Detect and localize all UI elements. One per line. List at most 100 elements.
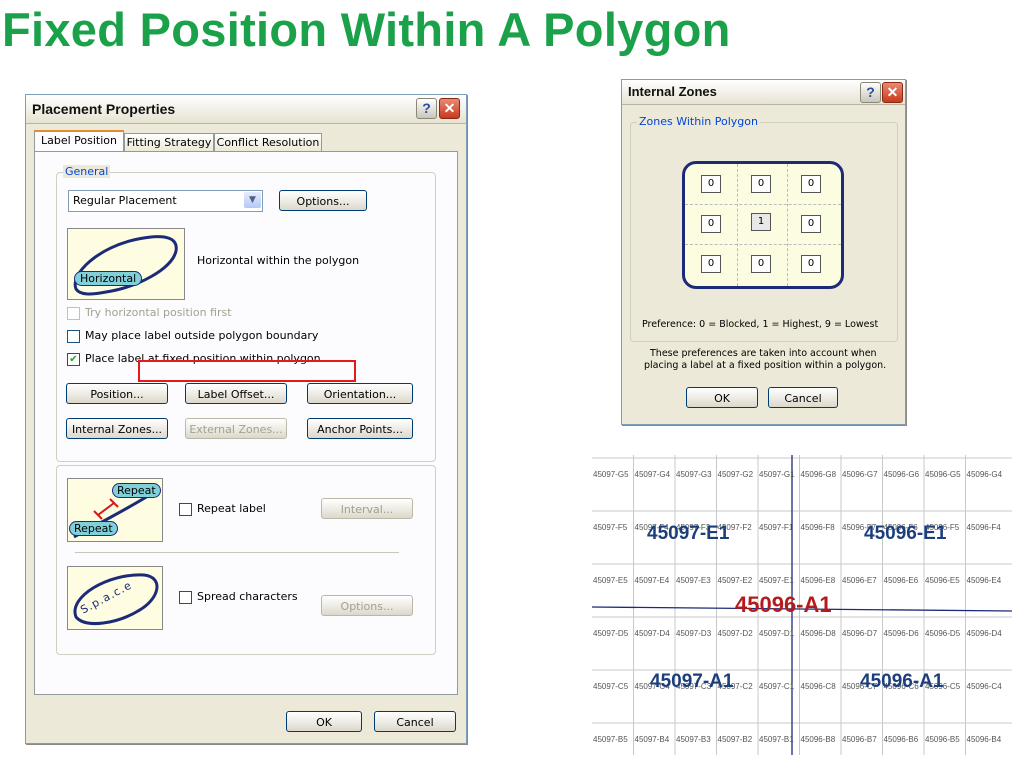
zones-polygon: 0 0 0 0 1 0 0 0 0 bbox=[682, 161, 844, 289]
grid-cell-label: 45096-B6 bbox=[883, 735, 919, 744]
grid-cell-label: 45096-G4 bbox=[966, 470, 1003, 479]
zones-grid-line bbox=[737, 164, 738, 286]
grid-cell-label: 45097-E1 bbox=[759, 576, 794, 585]
placement-select-value: Regular Placement bbox=[73, 194, 177, 207]
grid-cell-label: 45097-C5 bbox=[593, 682, 629, 691]
orientation-button[interactable]: Orientation... bbox=[307, 383, 413, 404]
quad-label: 45097-A1 bbox=[650, 671, 734, 692]
grid-cell-label: 45096-B5 bbox=[925, 735, 960, 744]
zones-cancel-button[interactable]: Cancel bbox=[768, 387, 838, 408]
zones-title: Internal Zones bbox=[628, 84, 717, 99]
grid-cell-label: 45096-E6 bbox=[883, 576, 919, 585]
grid-cell-label: 45096-E4 bbox=[966, 576, 1002, 585]
grid-cell-label: 45097-B3 bbox=[676, 735, 711, 744]
tab-conflict-resolution[interactable]: Conflict Resolution bbox=[214, 133, 322, 151]
grid-cell-label: 45097-D3 bbox=[676, 629, 712, 638]
cancel-button[interactable]: Cancel bbox=[374, 711, 456, 732]
grid-cell-label: 45097-E5 bbox=[593, 576, 628, 585]
zones-titlebar[interactable]: Internal Zones ? ✕ bbox=[622, 80, 905, 105]
grid-cell-label: 45097-G5 bbox=[593, 470, 629, 479]
ok-button[interactable]: OK bbox=[286, 711, 362, 732]
grid-cell-label: 45097-B4 bbox=[634, 735, 670, 744]
slide-title: Fixed Position Within A Polygon bbox=[2, 3, 731, 56]
grid-cell-label: 45096-F8 bbox=[800, 523, 835, 532]
horizontal-description: Horizontal within the polygon bbox=[197, 254, 360, 267]
zone-cell[interactable]: 0 bbox=[751, 175, 771, 193]
grid-cell-label: 45096-B8 bbox=[800, 735, 836, 744]
zone-cell[interactable]: 0 bbox=[801, 175, 821, 193]
grid-cell-label: 45097-B5 bbox=[593, 735, 628, 744]
grid-cell-label: 45096-D5 bbox=[925, 629, 961, 638]
spread-options-button[interactable]: Options... bbox=[321, 595, 413, 616]
zone-cell[interactable]: 0 bbox=[801, 255, 821, 273]
placement-properties-dialog: Placement Properties ? ✕ Label Position … bbox=[25, 94, 467, 744]
grid-cell-label: 45097-D1 bbox=[759, 629, 795, 638]
grid-cell-label: 45096-B7 bbox=[842, 735, 877, 744]
general-group-label: General bbox=[63, 165, 111, 178]
zone-cell[interactable]: 0 bbox=[801, 215, 821, 233]
grid-cell-label: 45096-B4 bbox=[966, 735, 1002, 744]
tab-fitting-strategy[interactable]: Fitting Strategy bbox=[124, 133, 214, 151]
zones-note-line2: placing a label at a fixed position with… bbox=[644, 360, 887, 371]
external-zones-button[interactable]: External Zones... bbox=[185, 418, 287, 439]
zone-cell[interactable]: 0 bbox=[751, 255, 771, 273]
options-button[interactable]: Options... bbox=[279, 190, 367, 211]
may-place-outside-label: May place label outside polygon boundary bbox=[85, 329, 319, 342]
spread-sample-image: S.p.a.c.e bbox=[67, 566, 163, 630]
zones-ok-button[interactable]: OK bbox=[686, 387, 758, 408]
anchor-points-button[interactable]: Anchor Points... bbox=[307, 418, 413, 439]
spread-characters-checkbox[interactable] bbox=[179, 591, 192, 604]
grid-cell-label: 45096-G7 bbox=[842, 470, 878, 479]
grid-cell-label: 45097-C1 bbox=[759, 682, 795, 691]
zone-cell-selected[interactable]: 1 bbox=[751, 213, 771, 231]
try-horizontal-label: Try horizontal position first bbox=[85, 306, 232, 319]
zones-group-label: Zones Within Polygon bbox=[637, 115, 760, 128]
chevron-down-icon[interactable]: ▼ bbox=[244, 192, 261, 208]
quad-label: 45096-A1 bbox=[735, 592, 832, 617]
grid-cell-label: 45096-C4 bbox=[966, 682, 1002, 691]
quad-label: 45096-E1 bbox=[864, 523, 947, 544]
zones-grid-line bbox=[787, 164, 788, 286]
help-icon[interactable]: ? bbox=[860, 82, 881, 103]
label-offset-button[interactable]: Label Offset... bbox=[185, 383, 287, 404]
horizontal-badge: Horizontal bbox=[74, 271, 143, 286]
zone-cell[interactable]: 0 bbox=[701, 215, 721, 233]
grid-cell-label: 45097-F5 bbox=[593, 523, 628, 532]
repeat-sample-image: Repeat Repeat bbox=[67, 478, 163, 542]
zone-cell[interactable]: 0 bbox=[701, 255, 721, 273]
tab-label-position[interactable]: Label Position bbox=[34, 130, 124, 152]
grid-cell-label: 45097-E2 bbox=[717, 576, 753, 585]
grid-cell-label: 45097-D2 bbox=[717, 629, 753, 638]
grid-cell-label: 45097-G4 bbox=[634, 470, 671, 479]
fixed-position-checkbox[interactable]: ✔ bbox=[67, 353, 80, 366]
dialog-title: Placement Properties bbox=[32, 101, 176, 117]
grid-cell-label: 45097-G3 bbox=[676, 470, 712, 479]
grid-cell-label: 45096-E8 bbox=[800, 576, 836, 585]
dialog-titlebar[interactable]: Placement Properties ? ✕ bbox=[26, 95, 466, 124]
internal-zones-button[interactable]: Internal Zones... bbox=[66, 418, 168, 439]
grid-cell-label: 45096-G8 bbox=[800, 470, 837, 479]
grid-cell-label: 45097-G2 bbox=[717, 470, 754, 479]
grid-cell-label: 45097-B1 bbox=[759, 735, 794, 744]
spread-characters-text: Spread characters bbox=[197, 590, 298, 603]
grid-cell-label: 45097-F1 bbox=[759, 523, 794, 532]
interval-button[interactable]: Interval... bbox=[321, 498, 413, 519]
divider bbox=[75, 552, 399, 553]
grid-cell-label: 45097-D4 bbox=[634, 629, 670, 638]
zone-cell[interactable]: 0 bbox=[701, 175, 721, 193]
grid-cell-label: 45096-D7 bbox=[842, 629, 878, 638]
close-icon[interactable]: ✕ bbox=[882, 82, 903, 103]
zones-note-line1: These preferences are taken into account… bbox=[650, 348, 877, 359]
may-place-outside-checkbox[interactable] bbox=[67, 330, 80, 343]
close-icon[interactable]: ✕ bbox=[439, 98, 460, 119]
grid-cell-label: 45097-E3 bbox=[676, 576, 711, 585]
repeat-badge-top: Repeat bbox=[112, 483, 161, 498]
position-button[interactable]: Position... bbox=[66, 383, 168, 404]
horizontal-sample-image: Horizontal bbox=[67, 228, 185, 300]
try-horizontal-checkbox[interactable] bbox=[67, 307, 80, 320]
placement-select[interactable]: Regular Placement ▼ bbox=[68, 190, 263, 212]
repeat-label-checkbox[interactable] bbox=[179, 503, 192, 516]
grid-cell-label: 45097-E4 bbox=[634, 576, 670, 585]
help-icon[interactable]: ? bbox=[416, 98, 437, 119]
grid-cell-label: 45096-D4 bbox=[966, 629, 1002, 638]
